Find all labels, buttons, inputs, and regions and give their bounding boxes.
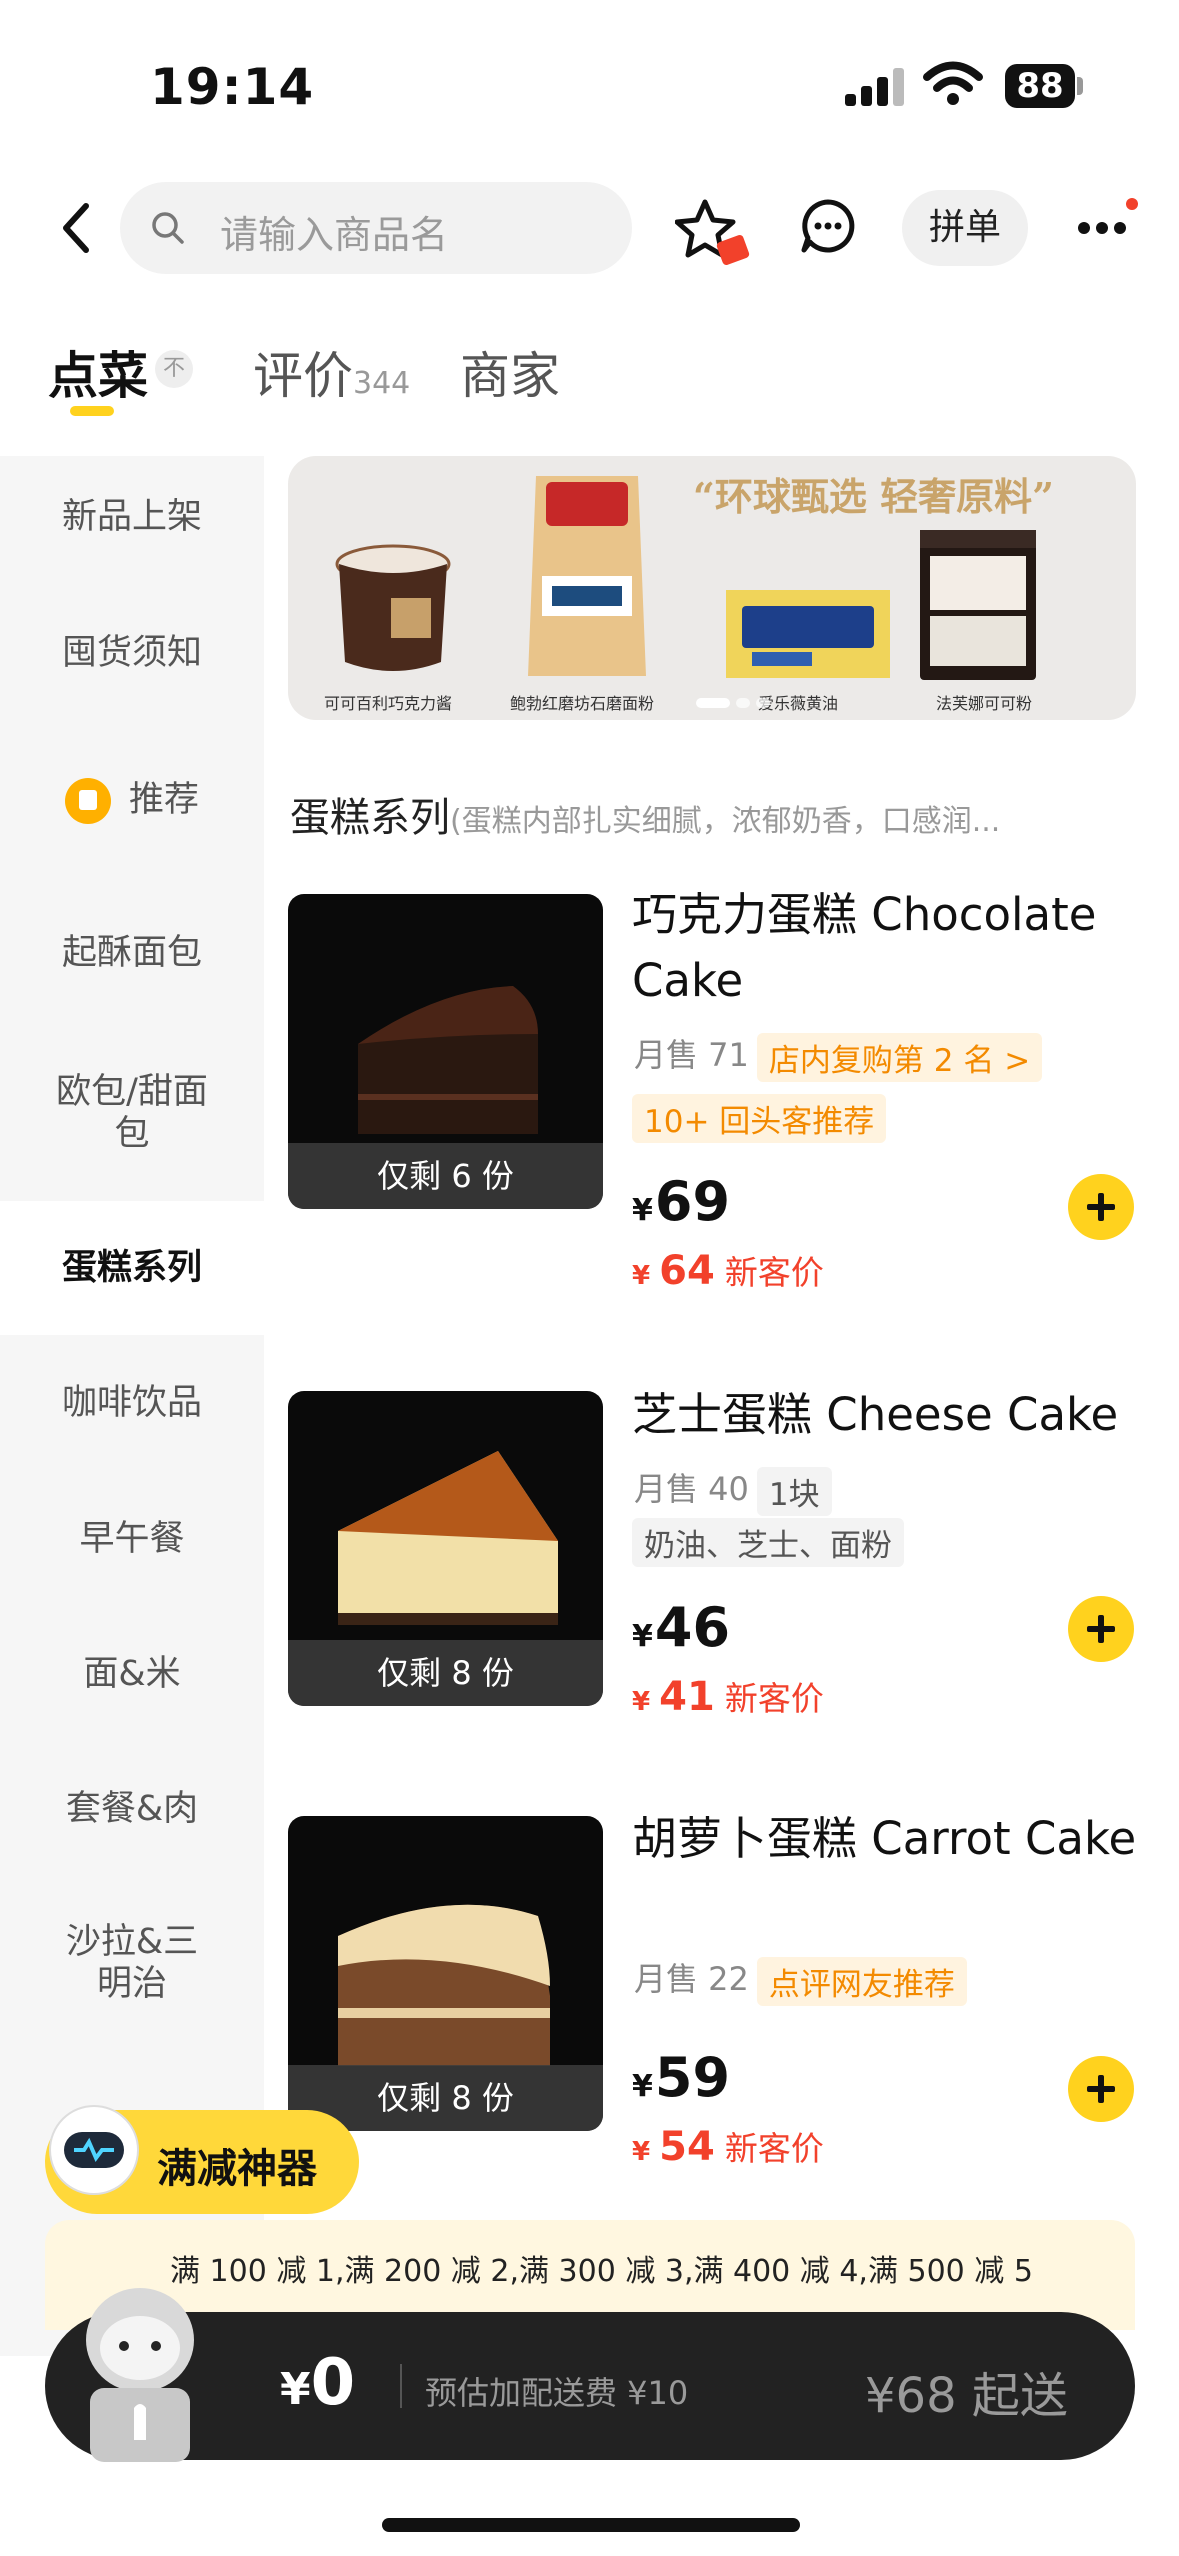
collapse-icon[interactable]: 不: [155, 350, 193, 388]
sidebar-item-recommended[interactable]: 推荐: [0, 778, 264, 824]
back-arrow-icon[interactable]: [52, 198, 102, 258]
product-tags: 10+ 回头客推荐: [632, 1094, 887, 1143]
product-price: ¥69: [632, 1170, 731, 1233]
monthly-sales: 月售 71: [634, 1036, 749, 1074]
battery-indicator: 88: [1005, 64, 1075, 108]
sidebar-item-euro-bread[interactable]: 欧包/甜面包: [0, 1071, 264, 1155]
new-price-value: 41: [659, 1674, 715, 1720]
tab-active-indicator: [70, 406, 114, 416]
new-price-label: 新客价: [724, 1679, 824, 1718]
product-image-cheese-cake[interactable]: 仅剩 8 份: [288, 1391, 603, 1706]
cellular-signal-icon: [845, 66, 907, 106]
product-sales-row: 月售 22 点评网友推荐: [634, 1954, 967, 2006]
add-to-cart-button[interactable]: [1068, 1174, 1134, 1240]
promo-banner[interactable]: “环球甄选 轻奢原料” 可可百利巧克力酱 鲍勃红磨坊石磨面粉 爱乐薇黄油 法芙娜…: [288, 456, 1136, 720]
message-icon[interactable]: [800, 198, 856, 254]
review-count: 344: [353, 366, 411, 401]
minimum-order-button[interactable]: ¥68 起送: [865, 2356, 1068, 2426]
product-sales-row: 月售 40 1块: [634, 1464, 832, 1516]
sidebar-item-brunch[interactable]: 早午餐: [0, 1518, 264, 1560]
recommend-badge-icon: [64, 778, 111, 824]
search-placeholder: 请输入商品名: [220, 213, 449, 257]
product-price: ¥59: [632, 2046, 731, 2109]
add-to-cart-button[interactable]: [1068, 1596, 1134, 1662]
sidebar-item-pastry[interactable]: 起酥面包: [0, 932, 264, 974]
search-input[interactable]: 请输入商品名: [120, 182, 632, 274]
discount-rules-text: 满 100 减 1,满 200 减 2,满 300 减 3,满 400 减 4,…: [170, 2254, 1033, 2289]
sidebar-item-salad-sandwich[interactable]: 沙拉&三明治: [0, 1921, 264, 2005]
sidebar-item-new-arrivals[interactable]: 新品上架: [0, 496, 264, 538]
repurchase-rank-badge[interactable]: 店内复购第 2 名 >: [756, 1032, 1043, 1082]
tab-reviews[interactable]: 评价344: [253, 336, 410, 408]
banner-product-label: 可可百利巧克力酱: [324, 694, 453, 713]
stock-remaining-tag: 仅剩 8 份: [288, 1640, 603, 1706]
cocoa-tin-image: [920, 530, 1036, 680]
price-value: 69: [654, 1170, 731, 1233]
cart-total-value: 0: [310, 2346, 356, 2420]
butter-box-image: [726, 590, 890, 678]
product-price: ¥46: [632, 1596, 731, 1659]
search-icon: [152, 212, 184, 244]
section-description: (蛋糕内部扎实细腻，浓郁奶香，口感润...: [450, 804, 1001, 839]
delivery-fee-estimate: 预估加配送费 ¥10: [425, 2374, 689, 2412]
new-customer-price: ¥ 54 新客价: [632, 2124, 824, 2170]
group-order-button[interactable]: 拼单: [902, 190, 1028, 266]
tab-merchant[interactable]: 商家: [460, 336, 560, 408]
monthly-sales: 月售 22: [634, 1960, 749, 1998]
flour-bag-image: [528, 476, 646, 676]
sidebar-item-set-meal[interactable]: 套餐&肉: [0, 1788, 264, 1830]
monthly-sales: 月售 40: [634, 1470, 749, 1508]
wifi-icon: [923, 61, 983, 105]
product-image-chocolate-cake[interactable]: 仅剩 6 份: [288, 894, 603, 1209]
banner-product-label: 鲍勃红磨坊石磨面粉: [510, 694, 655, 713]
product-image-carrot-cake[interactable]: 仅剩 8 份: [288, 1816, 603, 2131]
sidebar-item-stocking-notice[interactable]: 囤货须知: [0, 632, 264, 674]
chocolate-tub-image: [335, 544, 451, 671]
cart-divider: [400, 2364, 402, 2408]
sidebar-item-cakes[interactable]: 蛋糕系列: [0, 1201, 264, 1335]
tab-order[interactable]: 点菜: [48, 336, 148, 408]
section-heading: 蛋糕系列(蛋糕内部扎实细腻，浓郁奶香，口感润...: [290, 785, 1000, 843]
new-price-label: 新客价: [724, 2129, 824, 2168]
price-value: 46: [654, 1596, 731, 1659]
stock-remaining-tag: 仅剩 6 份: [288, 1143, 603, 1209]
sidebar-item-noodles-rice[interactable]: 面&米: [0, 1653, 264, 1695]
sidebar-item-coffee[interactable]: 咖啡饮品: [0, 1382, 264, 1424]
product-name[interactable]: 胡萝卜蛋糕 Carrot Cake: [632, 1806, 1142, 1872]
product-name[interactable]: 芝士蛋糕 Cheese Cake: [632, 1382, 1142, 1448]
add-to-cart-button[interactable]: [1068, 2056, 1134, 2122]
banner-product-label: 法芙娜可可粉: [936, 694, 1033, 713]
product-name[interactable]: 巧克力蛋糕 Chocolate Cake: [632, 882, 1142, 1014]
portion-spec: 1块: [756, 1466, 832, 1516]
banner-title: “环球甄选 轻奢原料”: [693, 474, 1054, 519]
section-title: 蛋糕系列: [290, 795, 450, 841]
new-price-label: 新客价: [724, 1253, 824, 1292]
tab-reviews-label: 评价: [253, 347, 353, 405]
status-time: 19:14: [150, 58, 315, 116]
cart-total: ¥0: [280, 2346, 356, 2420]
price-value: 59: [654, 2046, 731, 2109]
more-options-icon[interactable]: [1072, 196, 1142, 256]
home-indicator: [382, 2518, 800, 2532]
battery-tip: [1077, 77, 1083, 95]
category-sidebar: 新品上架 囤货须知 推荐 起酥面包 欧包/甜面包 蛋糕系列 咖啡饮品 早午餐 面…: [0, 456, 264, 2356]
cart-mascot-icon[interactable]: [50, 2270, 240, 2470]
ingredients-tag: 奶油、芝士、面粉: [632, 1518, 904, 1567]
new-price-value: 54: [659, 2124, 715, 2170]
returning-customer-tag: 10+ 回头客推荐: [632, 1094, 887, 1143]
product-sales-row: 月售 71 店内复购第 2 名 >: [634, 1030, 1043, 1082]
favorite-star-icon[interactable]: [675, 198, 755, 274]
product-tags: 奶油、芝士、面粉: [632, 1518, 904, 1567]
banner-pagination: [696, 698, 774, 708]
new-price-value: 64: [659, 1248, 715, 1294]
discount-helper-label: 满减神器: [157, 2146, 317, 2192]
new-customer-price: ¥ 41 新客价: [632, 1674, 824, 1720]
robot-mascot-icon: [49, 2105, 139, 2195]
new-customer-price: ¥ 64 新客价: [632, 1248, 824, 1294]
sidebar-item-recommended-label: 推荐: [128, 780, 199, 820]
review-recommend-badge: 点评网友推荐: [756, 1956, 967, 2006]
